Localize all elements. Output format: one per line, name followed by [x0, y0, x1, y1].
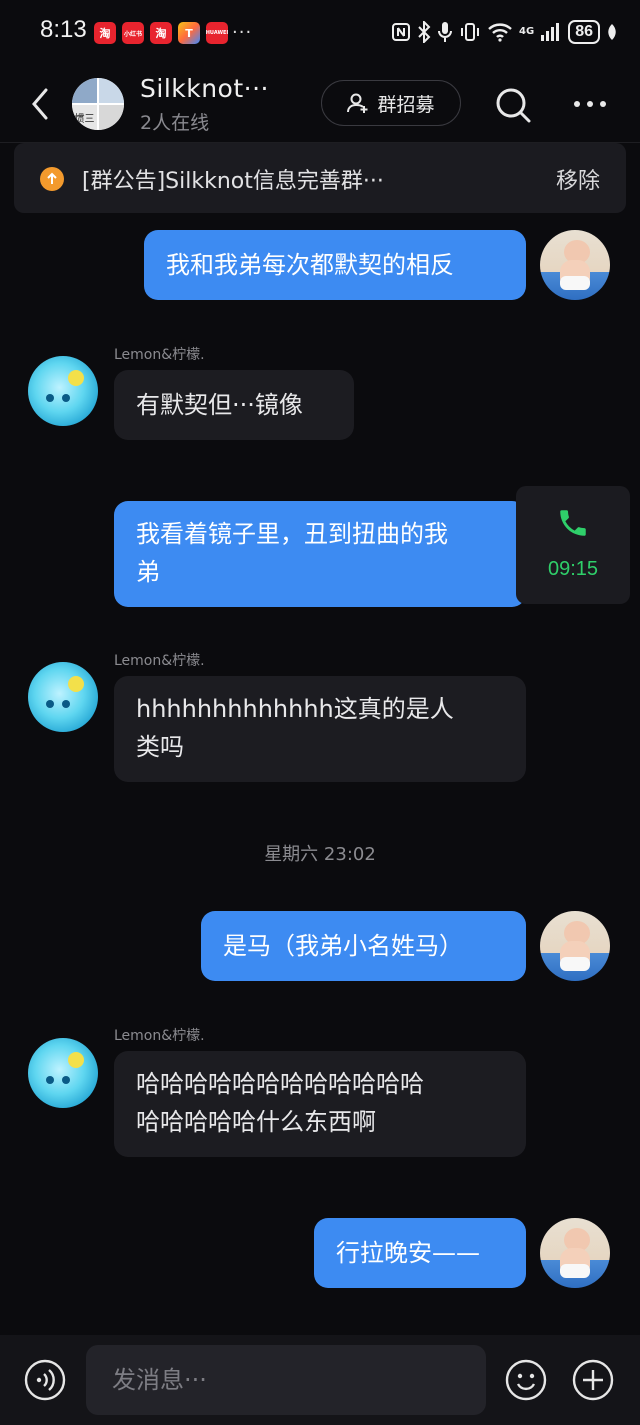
outgoing-message-bubble[interactable]: 我看着镜子里，丑到扭曲的我 弟 — [114, 501, 526, 607]
status-bar: 8:13 淘 小红书 淘 T HUAWEI ··· 4G 86 — [0, 0, 640, 66]
outgoing-message-bubble[interactable]: 行拉晚安—— — [314, 1218, 526, 1288]
remove-notice-button[interactable]: 移除 — [556, 163, 600, 195]
sender-avatar[interactable] — [28, 356, 98, 426]
emoji-icon[interactable] — [505, 1359, 547, 1401]
sender-name: Lemon&柠檬. — [114, 347, 205, 363]
message-input-bar: 发消息··· — [0, 1335, 640, 1425]
xiaohongshu-icon: 小红书 — [122, 22, 144, 44]
avatar-tile — [72, 78, 97, 103]
message-input[interactable]: 发消息··· — [86, 1345, 486, 1415]
avatar-tile: 惯三 — [72, 105, 97, 130]
phone-icon — [560, 510, 586, 536]
message-line: 哈哈哈哈哈什么东西啊 — [136, 1108, 376, 1136]
more-options-icon[interactable] — [572, 90, 608, 118]
more-notifications-icon: ··· — [232, 22, 253, 43]
voice-input-icon[interactable] — [24, 1359, 66, 1401]
add-attachment-icon[interactable] — [572, 1359, 614, 1401]
system-icons: 4G 86 — [391, 20, 618, 44]
avatar-tile — [99, 105, 124, 130]
sender-name: Lemon&柠檬. — [114, 653, 205, 669]
app-t-icon: T — [178, 22, 200, 44]
message-line: 我看着镜子里，丑到扭曲的我 — [136, 520, 448, 548]
group-avatar[interactable]: 惯三 — [72, 78, 124, 130]
outgoing-message-bubble[interactable]: 是马（我弟小名姓马） — [201, 911, 526, 981]
bluetooth-icon — [418, 21, 431, 43]
huawei-icon: HUAWEI — [206, 22, 228, 44]
battery-indicator: 86 — [568, 20, 600, 44]
user-avatar[interactable] — [540, 911, 610, 981]
user-avatar[interactable] — [540, 230, 610, 300]
call-record-card[interactable]: 09:15 — [516, 486, 630, 604]
microphone-icon — [438, 22, 453, 42]
network-type: 4G — [519, 26, 535, 37]
taobao-icon: 淘 — [150, 22, 172, 44]
nfc-icon — [392, 23, 411, 41]
leaf-icon — [608, 24, 616, 40]
notice-text: [群公告]Silkknot信息完善群··· — [82, 169, 384, 194]
clock: 8:13 — [40, 16, 87, 43]
sender-name: Lemon&柠檬. — [114, 1028, 205, 1044]
call-time: 09:15 — [547, 558, 599, 580]
recruit-label: 群招募 — [377, 93, 435, 116]
message-line: hhhhhhhhhhhhh这真的是人 — [136, 695, 454, 723]
incoming-message-bubble[interactable]: 有默契但···镜像 — [114, 370, 354, 440]
user-avatar[interactable] — [540, 1218, 610, 1288]
message-line: 弟 — [136, 558, 160, 586]
sender-avatar[interactable] — [28, 1038, 98, 1108]
message-line: 类吗 — [136, 733, 184, 761]
message-line: 哈哈哈哈哈哈哈哈哈哈哈哈 — [136, 1070, 424, 1098]
vibrate-icon — [461, 23, 480, 41]
outgoing-message-bubble[interactable]: 我和我弟每次都默契的相反 — [144, 230, 526, 300]
add-person-icon — [347, 93, 368, 113]
group-notice-bar[interactable]: [群公告]Silkknot信息完善群··· 移除 — [14, 143, 626, 213]
chat-header: 惯三 Silkknot··· 2人在线 群招募 — [0, 66, 640, 143]
avatar-tile — [99, 78, 124, 103]
taobao-icon: 淘 — [94, 22, 116, 44]
timestamp-divider: 星期六 23:02 — [264, 844, 376, 865]
incoming-message-bubble[interactable]: 哈哈哈哈哈哈哈哈哈哈哈哈 哈哈哈哈哈什么东西啊 — [114, 1051, 526, 1157]
search-icon[interactable] — [494, 86, 532, 124]
signal-icon — [541, 23, 560, 41]
notification-icons: 淘 小红书 淘 T HUAWEI — [94, 22, 228, 44]
incoming-message-bubble[interactable]: hhhhhhhhhhhhh这真的是人 类吗 — [114, 676, 526, 782]
notice-arrow-icon — [40, 167, 64, 191]
back-arrow-icon[interactable] — [28, 86, 52, 122]
wifi-icon — [488, 23, 512, 42]
chat-title[interactable]: Silkknot··· — [140, 74, 269, 103]
group-recruit-button[interactable]: 群招募 — [321, 80, 461, 126]
online-count: 2人在线 — [140, 112, 210, 134]
sender-avatar[interactable] — [28, 662, 98, 732]
